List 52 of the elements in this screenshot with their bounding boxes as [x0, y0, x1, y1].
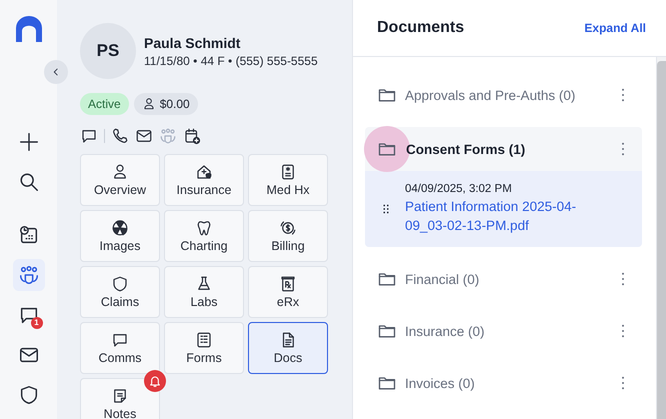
panel-title: Documents	[377, 19, 464, 37]
plus-icon	[18, 130, 40, 153]
shield-icon	[111, 275, 129, 293]
house-shield-icon	[195, 163, 213, 181]
section-tile[interactable]: eRx	[248, 266, 328, 318]
radiation-icon	[111, 219, 129, 237]
section-tile[interactable]: Med Hx	[248, 154, 328, 206]
rx-icon	[279, 275, 297, 293]
people-icon	[18, 264, 40, 286]
nav-button[interactable]: 1	[12, 299, 44, 332]
folder-label[interactable]: Insurance (0)	[405, 324, 614, 338]
count-badge: 1	[30, 317, 42, 330]
section-tile[interactable]: Images	[80, 210, 160, 262]
form-icon	[195, 331, 213, 349]
clipboard-icon	[279, 163, 297, 181]
section-tile[interactable]: Labs	[164, 266, 244, 318]
note-icon	[111, 387, 129, 405]
patient-name: Paula Schmidt	[144, 34, 242, 50]
scrollbar[interactable]	[656, 57, 666, 419]
calendar-plus-icon[interactable]	[183, 127, 201, 145]
phone-icon[interactable]	[111, 127, 129, 145]
section-tile[interactable]: Comms	[80, 322, 160, 374]
envelope-icon[interactable]	[135, 127, 153, 145]
expand-all-link[interactable]: Expand All	[584, 21, 646, 35]
section-tile[interactable]: Forms	[164, 322, 244, 374]
chat-bubble-icon	[111, 331, 129, 349]
section-tile[interactable]: Docs	[248, 322, 328, 374]
person-icon	[142, 97, 156, 111]
folder-label[interactable]: Invoices (0)	[405, 376, 614, 390]
file-item[interactable]: 04/09/2025, 3:02 PM Patient Information 2025-04-09_03-02-13-PM.pdf	[365, 171, 642, 247]
folder-label[interactable]: Consent Forms (1)	[406, 142, 614, 156]
patient-details: 11/15/80 • 44 F • (555) 555-5555	[144, 54, 318, 68]
folder-label[interactable]: Financial (0)	[405, 272, 614, 286]
chat-bubble-icon[interactable]	[80, 127, 98, 145]
section-tile[interactable]: Charting	[164, 210, 244, 262]
folder-label[interactable]: Approvals and Pre-Auths (0)	[405, 88, 614, 102]
section-tile[interactable]: Insurance	[164, 154, 244, 206]
avatar: PS	[80, 23, 136, 79]
search-icon	[18, 170, 40, 193]
flask-icon	[195, 275, 213, 293]
status-badge: Active	[80, 93, 129, 115]
section-tile[interactable]: Billing	[248, 210, 328, 262]
file-link[interactable]: Patient Information 2025-04-09_03-02-13-PM.pdf	[405, 197, 605, 235]
section-tile[interactable]: Overview	[80, 154, 160, 206]
section-tile[interactable]: Notes	[80, 378, 160, 419]
dollar-cycle-icon	[279, 219, 297, 237]
person-icon	[111, 163, 129, 181]
file-date: 04/09/2025, 3:02 PM	[405, 183, 513, 195]
tooth-icon	[195, 219, 213, 237]
logo-icon[interactable]	[14, 14, 44, 44]
section-tile[interactable]: Claims	[80, 266, 160, 318]
balance-badge: $0.00	[134, 93, 198, 115]
